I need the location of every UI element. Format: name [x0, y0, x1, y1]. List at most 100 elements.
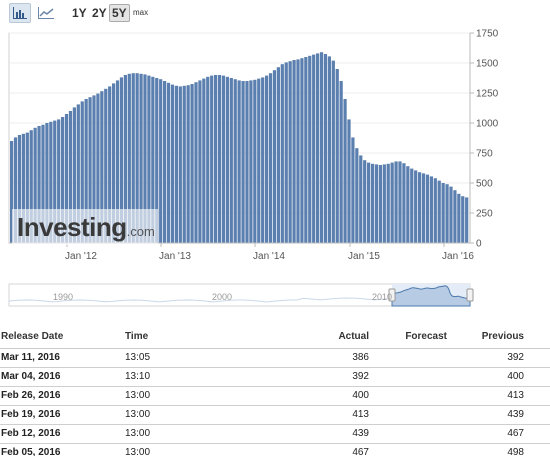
release-date-cell: Feb 05, 2016 [0, 443, 125, 456]
table-row: Feb 05, 2016 13:00 467 498 [0, 443, 550, 456]
y-tick-label: 0 [476, 239, 482, 250]
bar [335, 69, 339, 243]
actual-cell: 413 [243, 405, 369, 425]
bar [398, 161, 402, 243]
investing-watermark: Investing .com [12, 209, 158, 245]
bar [441, 183, 445, 243]
bar [233, 79, 237, 243]
bar [296, 59, 300, 244]
bar [249, 80, 253, 244]
actual-cell: 439 [243, 424, 369, 444]
range-5y-button[interactable]: 5Y [109, 4, 130, 22]
bar [465, 197, 469, 243]
navigator-label: 2010 [372, 292, 392, 302]
bar [461, 196, 465, 243]
previous-cell: 400 [447, 367, 550, 387]
bar [406, 166, 410, 243]
bar [272, 70, 277, 243]
y-tick-label: 1750 [476, 29, 499, 40]
bar [445, 184, 449, 243]
header-time: Time [125, 326, 243, 349]
bar [386, 163, 390, 243]
time-cell: 13:10 [125, 367, 243, 387]
watermark-brand: Investing [17, 211, 127, 242]
x-tick-label: Jan '16 [442, 251, 474, 262]
bar [163, 81, 167, 243]
forecast-cell [369, 443, 447, 456]
time-cell: 13:00 [125, 443, 243, 456]
bar [237, 80, 241, 244]
bar [453, 190, 457, 243]
bar [288, 61, 292, 244]
bar [355, 148, 359, 243]
range-max-button[interactable]: max [131, 4, 150, 22]
bar [253, 79, 257, 243]
bar [280, 64, 284, 243]
bar [241, 81, 245, 243]
x-tick-label: Jan '12 [65, 251, 97, 262]
bar-chart-icon[interactable] [9, 3, 31, 23]
bar [225, 76, 229, 243]
bar [261, 77, 265, 244]
bar [308, 55, 312, 243]
bar [316, 53, 320, 244]
bar [268, 73, 273, 243]
bar [245, 81, 249, 243]
release-date-cell: Mar 11, 2016 [0, 348, 125, 368]
chart-area: 0 250 500 750 1000 1250 1500 1750 Jan '12 Jan '1… [0, 28, 550, 328]
bar [402, 163, 406, 243]
bar [265, 75, 269, 243]
bar [210, 75, 214, 243]
table-row: Mar 04, 2016 13:10 392 400 [0, 367, 550, 387]
actual-cell: 467 [243, 443, 369, 456]
range-1y-button[interactable]: 1Y [70, 4, 89, 22]
forecast-cell [369, 424, 447, 444]
bar [331, 60, 335, 243]
bar [319, 52, 324, 244]
bar [374, 164, 379, 243]
previous-cell: 467 [447, 424, 550, 444]
navigator[interactable]: 1990 2000 2010 [8, 283, 474, 307]
y-tick-label: 1250 [476, 89, 499, 100]
range-2y-button[interactable]: 2Y [90, 4, 109, 22]
bar [284, 62, 288, 244]
bar [182, 85, 186, 243]
bar [425, 174, 430, 243]
x-axis: Jan '12 Jan '13 Jan '14 Jan '15 Jan '16 [9, 242, 474, 262]
bar [206, 76, 210, 243]
table-row: Mar 11, 2016 13:05 386 392 [0, 348, 550, 368]
y-tick-label: 1000 [476, 119, 499, 130]
bar [449, 186, 453, 243]
bar [178, 86, 182, 244]
bar [166, 82, 171, 243]
bar [390, 162, 394, 243]
table-row: Feb 12, 2016 13:00 439 467 [0, 424, 550, 444]
bar [198, 80, 202, 244]
bar [276, 67, 280, 243]
table-row: Feb 19, 2016 13:00 413 439 [0, 405, 550, 425]
x-tick-label: Jan '13 [159, 251, 191, 262]
line-chart-icon[interactable] [35, 3, 57, 23]
bar [257, 78, 261, 243]
bar [221, 75, 226, 243]
bar [312, 54, 316, 243]
bar [300, 58, 304, 244]
bar [202, 78, 206, 243]
previous-cell: 439 [447, 405, 550, 425]
bar [339, 81, 343, 243]
bar [159, 79, 163, 243]
y-tick-label: 750 [476, 149, 493, 160]
bar [410, 168, 414, 243]
header-forecast: Forecast [369, 326, 447, 349]
bar [421, 173, 426, 243]
bar [414, 170, 418, 243]
table-header-row: Release Date Time Actual Forecast Previo… [0, 326, 550, 349]
y-axis: 0 250 500 750 1000 1250 1500 1750 [469, 29, 499, 250]
bar [343, 99, 347, 243]
chart-toolbar: 1Y 2Y 5Y max [0, 0, 550, 28]
header-actual: Actual [243, 326, 369, 349]
navigator-handle[interactable] [466, 288, 474, 302]
forecast-cell [369, 386, 447, 406]
y-tick-label: 250 [476, 209, 493, 220]
bar [327, 56, 331, 244]
